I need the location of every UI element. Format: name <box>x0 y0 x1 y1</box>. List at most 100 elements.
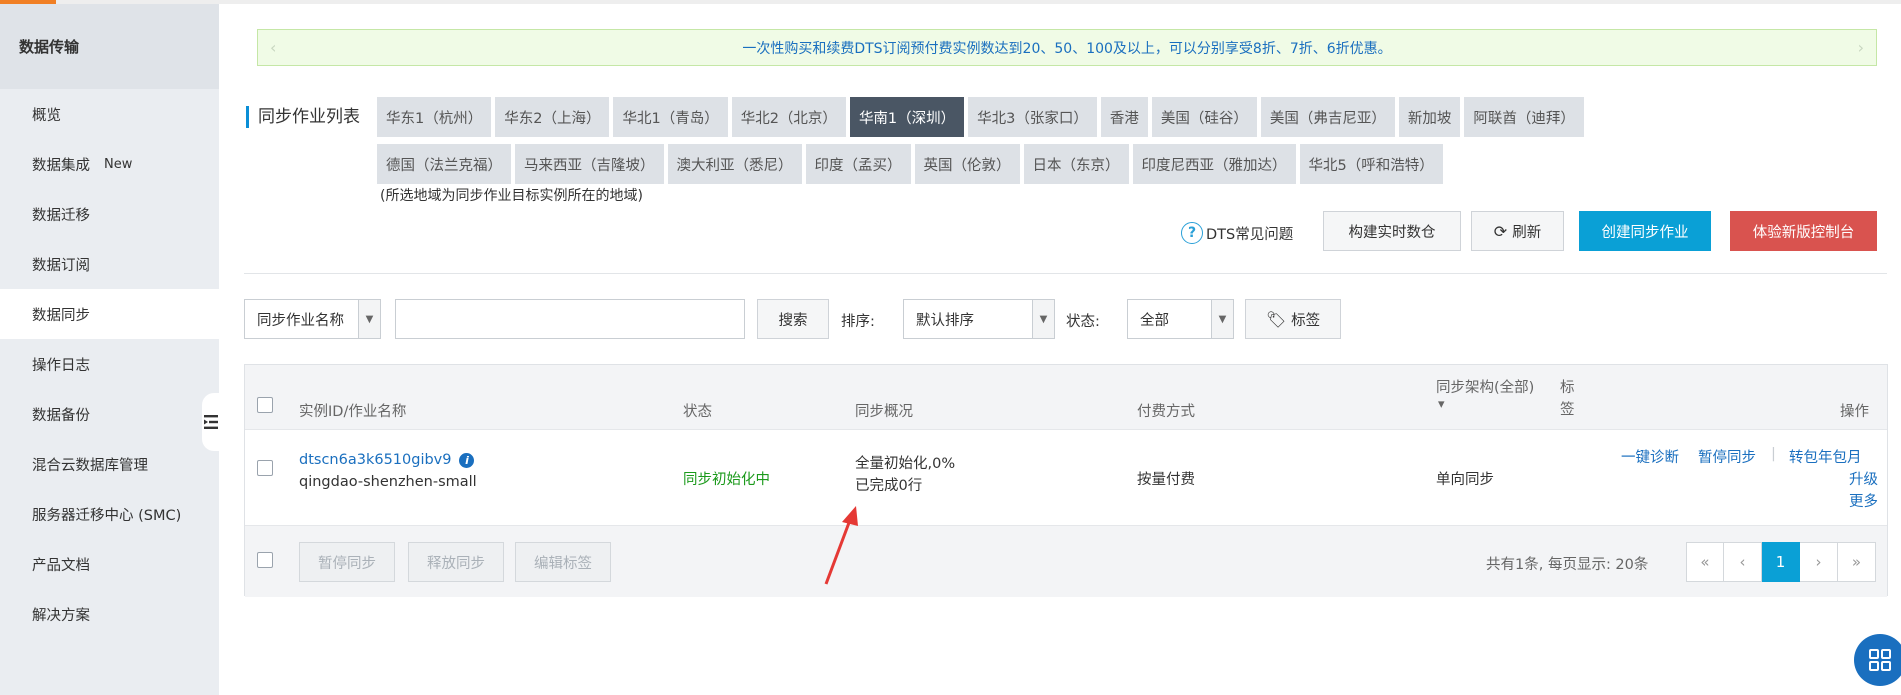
region-tab[interactable]: 华北1（青岛） <box>613 97 728 137</box>
sidebar-item-overview[interactable]: 概览 <box>0 89 219 139</box>
help-circle-icon: ? <box>1181 222 1203 244</box>
sidebar-item-label: 操作日志 <box>32 357 90 374</box>
column-header-billing: 付费方式 <box>1137 404 1195 420</box>
region-tab[interactable]: 华东1（杭州） <box>377 97 492 137</box>
region-tab[interactable]: 澳大利亚（悉尼） <box>667 144 802 184</box>
sidebar-item-label: 概览 <box>32 107 61 124</box>
notice-prev-arrow[interactable]: ‹ <box>270 38 276 57</box>
try-new-console-label: 体验新版控制台 <box>1752 224 1855 241</box>
dts-faq-link[interactable]: ? DTS常见问题 <box>1181 222 1293 244</box>
overview-progress: 全量初始化,0% <box>855 456 956 472</box>
divider <box>244 273 1887 274</box>
sidebar-collapse-toggle[interactable] <box>202 393 219 451</box>
region-tab[interactable]: 印度尼西亚（雅加达） <box>1132 144 1296 184</box>
pause-sync-link[interactable]: 暂停同步 <box>1698 446 1756 467</box>
column-header-id: 实例ID/作业名称 <box>299 404 407 420</box>
overview-rows-done: 已完成0行 <box>855 478 923 494</box>
column-header-overview: 同步概况 <box>855 404 913 420</box>
region-tab[interactable]: 美国（弗吉尼亚） <box>1260 97 1395 137</box>
prev-page-button[interactable]: ‹ <box>1724 542 1762 582</box>
tag-filter-button[interactable]: 🏷 标签 <box>1245 299 1341 339</box>
footer-select-all-checkbox[interactable] <box>257 552 273 568</box>
search-button[interactable]: 搜索 <box>757 299 829 339</box>
region-tab-active[interactable]: 华南1（深圳） <box>849 97 965 137</box>
search-input[interactable] <box>395 299 745 339</box>
refresh-button[interactable]: ⟳ 刷新 <box>1471 211 1564 251</box>
bulk-pause-button[interactable]: 暂停同步 <box>299 542 395 582</box>
region-tab[interactable]: 华北5（呼和浩特） <box>1299 144 1443 184</box>
region-tab[interactable]: 印度（孟买） <box>805 144 911 184</box>
instance-id-link[interactable]: dtscn6a3k6510gibv9 <box>299 452 451 468</box>
chevron-down-icon: ▼ <box>358 300 380 338</box>
region-tab[interactable]: 华北3（张家口） <box>968 97 1097 137</box>
build-realtime-warehouse-button[interactable]: 构建实时数仓 <box>1323 211 1461 251</box>
region-tab[interactable]: 华东2（上海） <box>495 97 610 137</box>
status-text: 同步初始化中 <box>683 472 770 488</box>
sort-label: 排序: <box>841 314 875 330</box>
region-tab[interactable]: 美国（硅谷） <box>1151 97 1257 137</box>
sidebar-item-data-subscription[interactable]: 数据订阅 <box>0 239 219 289</box>
sidebar-item-data-sync[interactable]: 数据同步 <box>0 289 219 339</box>
bulk-release-button[interactable]: 释放同步 <box>408 542 504 582</box>
sidebar-item-product-docs[interactable]: 产品文档 <box>0 539 219 589</box>
sidebar-item-solutions[interactable]: 解决方案 <box>0 589 219 639</box>
sidebar-item-operation-log[interactable]: 操作日志 <box>0 339 219 389</box>
page-title: 同步作业列表 <box>246 106 360 128</box>
app-grid-button[interactable] <box>1854 634 1901 686</box>
sidebar-item-smc[interactable]: 服务器迁移中心 (SMC) <box>0 489 219 539</box>
region-tab[interactable]: 香港 <box>1100 97 1148 137</box>
notice-next-arrow[interactable]: › <box>1858 38 1864 57</box>
promo-notice: ‹ 一次性购买和续费DTS订阅预付费实例数达到20、50、100及以上，可以分别… <box>257 29 1877 66</box>
instance-id-cell: dtscn6a3k6510gibv9 i <box>299 452 475 468</box>
region-tabs-row-1: 华东1（杭州） 华东2（上海） 华北1（青岛） 华北2（北京） 华南1（深圳） … <box>377 97 1584 137</box>
sidebar-item-label: 数据集成 <box>32 157 90 174</box>
top-strip <box>0 0 1901 4</box>
collapse-menu-icon <box>203 415 218 429</box>
sort-value: 默认排序 <box>916 312 974 329</box>
next-page-button[interactable]: › <box>1800 542 1838 582</box>
region-tab[interactable]: 日本（东京） <box>1023 144 1129 184</box>
status-select[interactable]: 全部 ▼ <box>1127 299 1234 339</box>
more-link[interactable]: 更多 <box>1849 490 1878 511</box>
sidebar-item-data-migration[interactable]: 数据迁移 <box>0 189 219 239</box>
column-header-arch[interactable]: 同步架构(全部) <box>1436 376 1534 397</box>
convert-subscription-link[interactable]: 转包年包月 <box>1789 446 1862 467</box>
region-note: (所选地域为同步作业目标实例所在的地域) <box>380 188 643 204</box>
region-tab[interactable]: 英国（伦敦） <box>914 144 1020 184</box>
grid-icon <box>1869 649 1891 671</box>
sidebar-item-data-integration[interactable]: 数据集成 New <box>0 139 219 189</box>
sort-select[interactable]: 默认排序 ▼ <box>903 299 1055 339</box>
try-new-console-button[interactable]: 体验新版控制台 <box>1730 211 1877 251</box>
new-badge: New <box>104 156 133 172</box>
region-tab[interactable]: 马来西亚（吉隆坡） <box>515 144 664 184</box>
region-tab[interactable]: 华北2（北京） <box>731 97 846 137</box>
table-row: dtscn6a3k6510gibv9 i qingdao-shenzhen-sma… <box>245 429 1887 526</box>
create-sync-job-button[interactable]: 创建同步作业 <box>1579 211 1711 251</box>
search-field-select[interactable]: 同步作业名称 ▼ <box>244 299 381 339</box>
row-checkbox[interactable] <box>257 460 273 476</box>
sort-caret-icon[interactable]: ▾ <box>1438 397 1445 412</box>
diagnose-link[interactable]: 一键诊断 <box>1621 446 1679 467</box>
sync-architecture: 单向同步 <box>1436 472 1494 488</box>
column-header-actions: 操作 <box>1840 404 1869 420</box>
region-tab[interactable]: 新加坡 <box>1398 97 1461 137</box>
sidebar-item-label: 数据同步 <box>32 307 90 324</box>
first-page-button[interactable]: « <box>1686 542 1724 582</box>
region-tab[interactable]: 阿联酋（迪拜） <box>1464 97 1584 137</box>
bulk-edit-tags-button[interactable]: 编辑标签 <box>515 542 611 582</box>
tag-filter-label: 标签 <box>1291 312 1321 329</box>
region-tab[interactable]: 德国（法兰克福） <box>377 144 511 184</box>
info-icon[interactable]: i <box>459 452 475 468</box>
select-all-checkbox[interactable] <box>257 397 273 413</box>
sidebar-item-data-backup[interactable]: 数据备份 <box>0 389 219 439</box>
last-page-button[interactable]: » <box>1838 542 1876 582</box>
sidebar-item-hybrid-cloud-db[interactable]: 混合云数据库管理 <box>0 439 219 489</box>
sidebar-items: 概览 数据集成 New 数据迁移 数据订阅 数据同步 操作日志 数据备份 混合云数… <box>0 89 219 639</box>
sidebar-item-label: 产品文档 <box>32 557 90 574</box>
upgrade-link[interactable]: 升级 <box>1849 468 1878 489</box>
dts-faq-label: DTS常见问题 <box>1206 226 1294 243</box>
chevron-down-icon: ▼ <box>1032 300 1054 338</box>
current-page-button[interactable]: 1 <box>1762 542 1800 582</box>
sync-job-table: 实例ID/作业名称 状态 同步概况 付费方式 同步架构(全部) ▾ 标 签 操作… <box>244 364 1888 597</box>
create-sync-job-label: 创建同步作业 <box>1601 224 1689 241</box>
